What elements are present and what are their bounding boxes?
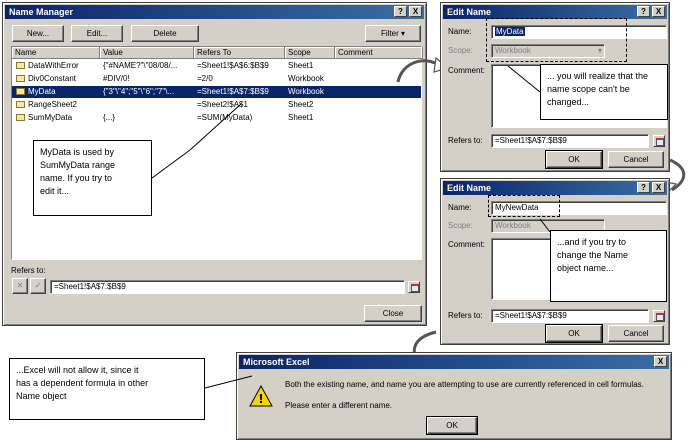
callout-pointer [204,375,253,389]
